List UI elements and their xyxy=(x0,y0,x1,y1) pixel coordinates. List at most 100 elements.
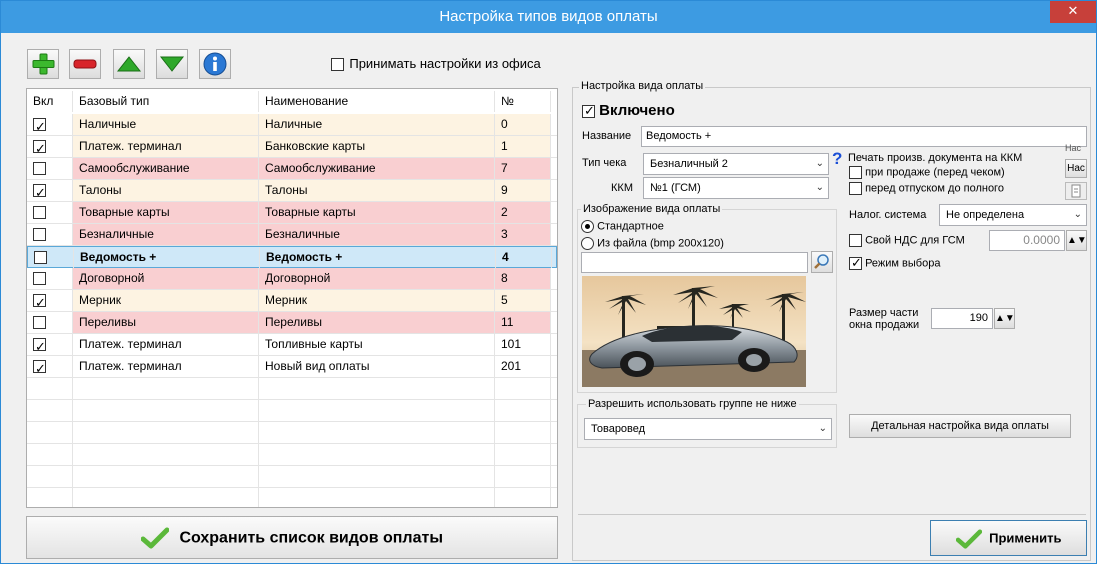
table-header: Вкл Базовый тип Наименование № xyxy=(27,91,557,113)
move-up-button[interactable] xyxy=(113,49,145,79)
table-row xyxy=(27,488,557,507)
own-vat-field[interactable]: 0.0000 xyxy=(989,230,1065,251)
row-enabled-checkbox[interactable] xyxy=(33,336,46,355)
row-enabled-checkbox[interactable] xyxy=(33,272,46,286)
select-mode-label: Режим выбора xyxy=(865,257,941,270)
group-legend: Разрешить использовать группе не ниже xyxy=(586,398,799,410)
row-name: Переливы xyxy=(259,312,495,333)
row-name: Договорной xyxy=(259,268,495,289)
table-row[interactable]: МерникМерник5 xyxy=(27,290,557,312)
select-mode-option[interactable]: Режим выбора xyxy=(849,255,941,271)
row-enabled-checkbox[interactable] xyxy=(33,162,46,176)
row-enabled-checkbox[interactable] xyxy=(33,138,46,157)
row-enabled-cell[interactable] xyxy=(28,247,74,268)
document-icon[interactable] xyxy=(1065,182,1087,200)
save-list-label: Сохранить список видов оплаты xyxy=(179,529,443,547)
column-header-name[interactable]: Наименование xyxy=(259,91,495,112)
receipt-type-select[interactable]: Безналичный 2 ⌄ xyxy=(643,153,829,175)
row-enabled-cell[interactable] xyxy=(27,356,73,377)
table-row[interactable]: Переливы Переливы 11 xyxy=(27,312,557,334)
image-legend: Изображение вида оплаты xyxy=(581,203,723,215)
table-row[interactable]: Платеж. терминалНовый вид оплаты201 xyxy=(27,356,557,378)
print-before-full-option[interactable]: перед отпуском до полного xyxy=(849,182,1004,195)
column-header-on[interactable]: Вкл xyxy=(27,91,73,112)
row-number: 11 xyxy=(495,312,551,333)
row-enabled-checkbox[interactable] xyxy=(33,116,46,135)
add-button[interactable] xyxy=(27,49,59,79)
row-name: Товарные карты xyxy=(259,202,495,223)
row-number: 5 xyxy=(495,290,551,311)
row-enabled-cell[interactable] xyxy=(27,224,73,245)
row-enabled-cell[interactable] xyxy=(27,334,73,355)
row-enabled-cell[interactable] xyxy=(27,290,73,311)
enabled-checkbox[interactable] xyxy=(582,103,595,119)
group-select[interactable]: Товаровед ⌄ xyxy=(584,418,832,440)
row-enabled-checkbox[interactable] xyxy=(34,251,47,265)
image-standard-option[interactable]: Стандартное xyxy=(581,220,664,233)
row-number: 4 xyxy=(496,247,552,268)
print-on-sale-checkbox[interactable] xyxy=(849,166,862,179)
apply-button[interactable]: Применить xyxy=(930,520,1087,556)
accept-office-setting[interactable]: Принимать настройки из офиса xyxy=(331,56,541,72)
image-file-radio[interactable] xyxy=(581,237,594,250)
help-icon[interactable]: ? xyxy=(832,149,842,169)
move-down-button[interactable] xyxy=(156,49,188,79)
row-enabled-cell[interactable] xyxy=(27,202,73,223)
chevron-down-icon: ⌄ xyxy=(818,423,827,434)
table-row[interactable]: ТалоныТалоны9 xyxy=(27,180,557,202)
row-enabled-cell[interactable] xyxy=(27,158,73,179)
row-enabled-checkbox[interactable] xyxy=(33,292,46,311)
row-enabled-cell[interactable] xyxy=(27,136,73,157)
part-size-field[interactable]: 190 xyxy=(931,308,993,329)
table-row[interactable]: Самообслуживание Самообслуживание 7 xyxy=(27,158,557,180)
row-enabled-cell[interactable] xyxy=(27,114,73,135)
image-standard-radio[interactable] xyxy=(581,220,594,233)
table-row[interactable]: Безналичные Безналичные 3 xyxy=(27,224,557,246)
row-base-type: Ведомость + xyxy=(74,247,260,268)
print-on-sale-option[interactable]: при продаже (перед чеком) xyxy=(849,166,1005,179)
row-name: Топливные карты xyxy=(259,334,495,355)
row-enabled-checkbox[interactable] xyxy=(33,182,46,201)
save-list-button[interactable]: Сохранить список видов оплаты xyxy=(26,516,558,559)
part-size-stepper[interactable]: ▲▼ xyxy=(994,308,1015,329)
enabled-toggle[interactable]: Включено xyxy=(582,102,675,119)
row-enabled-checkbox[interactable] xyxy=(33,228,46,242)
print-before-full-checkbox[interactable] xyxy=(849,182,862,195)
table-row[interactable]: Договорной Договорной 8 xyxy=(27,268,557,290)
nac-button[interactable]: Нас xyxy=(1065,159,1087,178)
table-row[interactable]: Платеж. терминалБанковские карты1 xyxy=(27,136,557,158)
magnifier-icon xyxy=(814,254,829,269)
info-button[interactable] xyxy=(199,49,231,79)
group-value: Товаровед xyxy=(591,423,646,435)
browse-button[interactable] xyxy=(811,251,833,273)
row-number: 3 xyxy=(495,224,551,245)
accept-office-checkbox[interactable] xyxy=(331,58,344,72)
table-row[interactable]: Ведомость + Ведомость +4 xyxy=(27,246,557,268)
chevron-down-icon: ⌄ xyxy=(815,158,824,169)
column-header-number[interactable]: № xyxy=(495,91,551,112)
row-enabled-checkbox[interactable] xyxy=(33,316,46,330)
column-header-base-type[interactable]: Базовый тип xyxy=(73,91,259,112)
own-vat-option[interactable]: Свой НДС для ГСМ xyxy=(849,234,965,247)
remove-button[interactable] xyxy=(69,49,101,79)
table-row[interactable]: Платеж. терминалТопливные карты101 xyxy=(27,334,557,356)
receipt-type-label: Тип чека xyxy=(582,157,627,169)
close-button[interactable]: ✕ xyxy=(1050,1,1096,23)
table-row[interactable]: Товарные карты Товарные карты 2 xyxy=(27,202,557,224)
row-enabled-checkbox[interactable] xyxy=(33,206,46,220)
select-mode-checkbox[interactable] xyxy=(849,255,862,271)
row-enabled-checkbox[interactable] xyxy=(33,358,46,377)
tax-system-value: Не определена xyxy=(946,209,1025,221)
tax-system-select[interactable]: Не определена ⌄ xyxy=(939,204,1087,226)
kkm-select[interactable]: №1 (ГСМ) ⌄ xyxy=(643,177,829,199)
row-enabled-cell[interactable] xyxy=(27,268,73,289)
row-enabled-cell[interactable] xyxy=(27,180,73,201)
name-field[interactable]: Ведомость + xyxy=(641,126,1087,147)
row-enabled-cell[interactable] xyxy=(27,312,73,333)
detail-settings-button[interactable]: Детальная настройка вида оплаты xyxy=(849,414,1071,438)
own-vat-stepper[interactable]: ▲▼ xyxy=(1066,230,1087,251)
table-row[interactable]: НаличныеНаличные0 xyxy=(27,114,557,136)
image-file-option[interactable]: Из файла (bmp 200х120) xyxy=(581,237,724,250)
image-path-field[interactable] xyxy=(581,252,808,273)
own-vat-checkbox[interactable] xyxy=(849,234,862,247)
